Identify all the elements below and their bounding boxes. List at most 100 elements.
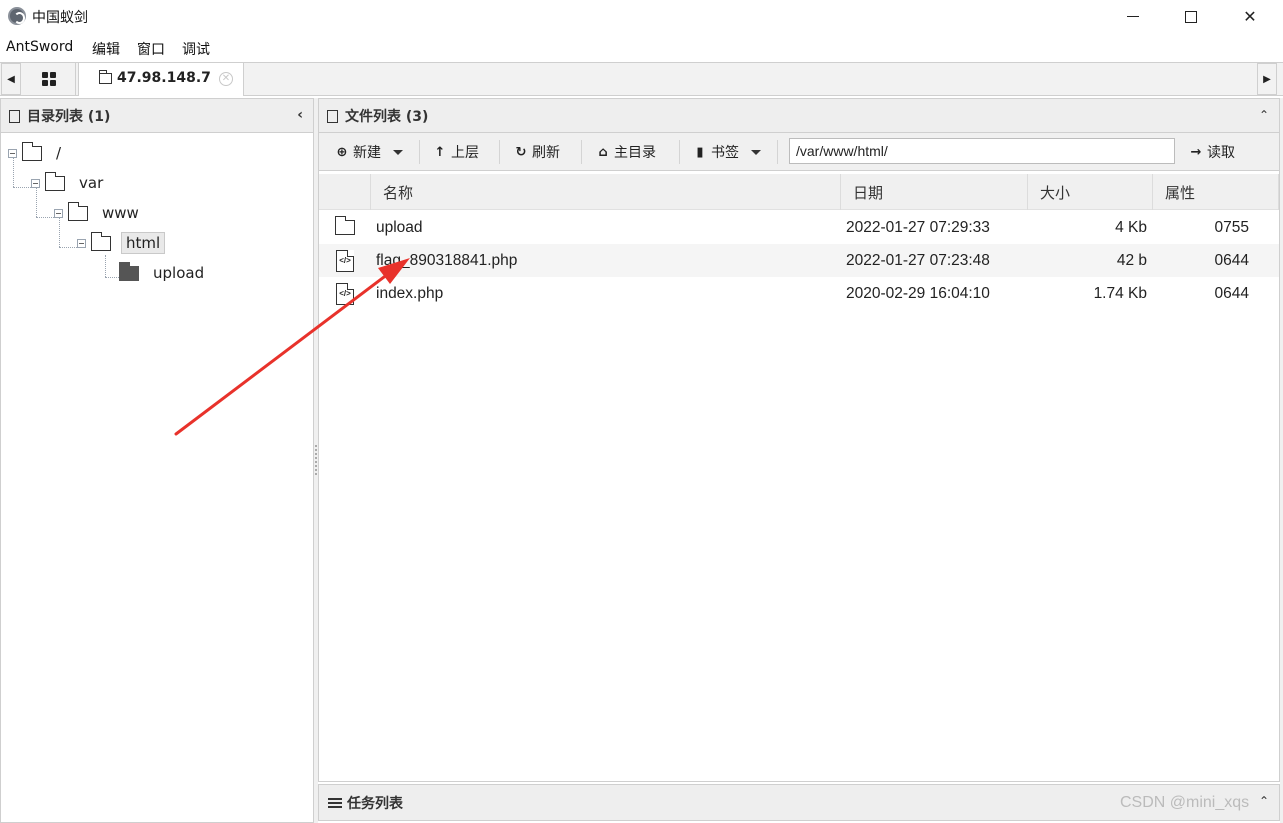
tab-scroll-right-button[interactable]: ▶ [1257, 63, 1277, 95]
menu-bar: AntSword 编辑 窗口 调试 [0, 35, 1283, 60]
bookmark-button[interactable]: ▮ 书签 [693, 139, 761, 165]
file-name: index.php [376, 285, 444, 302]
menu-debug[interactable]: 调试 [182, 39, 210, 59]
plus-circle-icon: ⊕ [336, 144, 348, 160]
code-file-icon: </> [336, 283, 354, 305]
date-column-header[interactable]: 日期 [841, 174, 1028, 210]
refresh-icon: ↻ [515, 144, 527, 160]
tree-node-var[interactable]: var [31, 171, 107, 195]
bookmark-icon: ▮ [696, 144, 704, 160]
icon-column-header [319, 174, 371, 210]
tab-bar: ◀ 47.98.148.7 ✕ ▶ [0, 62, 1283, 96]
read-label: 读取 [1207, 145, 1235, 161]
collapse-left-icon[interactable]: ‹ [297, 107, 303, 123]
directory-panel-title: 目录列表 (1) [27, 109, 111, 125]
path-input[interactable] [789, 138, 1175, 164]
directory-panel-header: 目录列表 (1) ‹ [1, 99, 313, 133]
folder-icon [99, 70, 112, 84]
arrow-right-icon: ▶ [1263, 73, 1271, 85]
file-attr: 0755 [1214, 219, 1249, 236]
folder-open-icon [45, 171, 65, 191]
size-column-header[interactable]: 大小 [1028, 174, 1153, 210]
tab-host[interactable]: 47.98.148.7 ✕ [78, 63, 244, 96]
file-date: 2020-02-29 16:04:10 [846, 285, 990, 302]
up-level-label: 上层 [451, 145, 479, 161]
file-grid-header: 名称 日期 大小 属性 [319, 174, 1279, 210]
window-titlebar: 中国蚁剑 ✕ [0, 0, 1283, 33]
splitter-grip[interactable] [315, 445, 317, 475]
directory-panel: 目录列表 (1) ‹ / var www html upload [0, 98, 314, 823]
grid-icon [41, 72, 56, 86]
refresh-label: 刷新 [532, 145, 560, 161]
refresh-button[interactable]: ↻ 刷新 [514, 139, 560, 165]
tree-node-label: upload [153, 264, 205, 282]
file-size: 1.74 Kb [1093, 285, 1147, 302]
chevron-down-icon [393, 149, 403, 155]
tree-node-upload[interactable]: upload [119, 261, 208, 285]
arrow-right-icon: → [1190, 144, 1202, 160]
file-row[interactable]: </> index.php 2020-02-29 16:04:10 1.74 K… [319, 277, 1279, 310]
file-name: flag_890318841.php [376, 252, 518, 269]
minimize-button[interactable] [1104, 0, 1162, 33]
attr-column-header[interactable]: 属性 [1153, 174, 1279, 210]
file-row[interactable]: upload 2022-01-27 07:29:33 4 Kb 0755 [319, 211, 1279, 244]
menu-window[interactable]: 窗口 [137, 39, 165, 59]
menu-antsword[interactable]: AntSword [6, 39, 73, 55]
expand-up-icon[interactable]: ⌃ [1259, 794, 1269, 808]
tab-scroll-left-button[interactable]: ◀ [1, 63, 21, 95]
file-row[interactable]: </> flag_890318841.php 2022-01-27 07:23:… [319, 244, 1279, 277]
antsword-logo-icon [8, 7, 26, 25]
file-size: 42 b [1116, 252, 1147, 269]
tree-node-root[interactable]: / [8, 141, 65, 165]
home-icon: ⌂ [598, 144, 608, 160]
file-attr: 0644 [1214, 252, 1249, 269]
file-list-panel-title: 文件列表 (3) [345, 109, 429, 125]
minimize-icon [1127, 16, 1139, 17]
tab-home[interactable] [22, 63, 76, 95]
tree-node-label: / [56, 144, 62, 162]
csdn-watermark: CSDN @mini_xqs [1120, 794, 1250, 811]
collapse-up-icon[interactable]: ⌃ [1259, 108, 1269, 122]
home-dir-button[interactable]: ⌂ 主目录 [596, 139, 656, 165]
file-toolbar: ⊕ 新建 ↑ 上层 ↻ 刷新 ⌂ 主目录 ▮ 书签 → 读取 [319, 133, 1279, 171]
tab-close-icon[interactable]: ✕ [219, 72, 233, 86]
collapse-toggle-icon[interactable] [31, 178, 40, 188]
new-button[interactable]: ⊕ 新建 [335, 139, 403, 165]
window-title: 中国蚁剑 [32, 10, 88, 26]
document-icon [9, 110, 20, 123]
file-date: 2022-01-27 07:29:33 [846, 219, 990, 236]
name-column-header[interactable]: 名称 [371, 174, 841, 210]
directory-tree: / var www html upload [1, 135, 313, 735]
file-date: 2022-01-27 07:23:48 [846, 252, 990, 269]
arrow-up-icon: ↑ [434, 144, 446, 160]
folder-closed-icon [119, 261, 139, 281]
file-attr: 0644 [1214, 285, 1249, 302]
tree-node-www[interactable]: www [54, 201, 143, 225]
collapse-toggle-icon[interactable] [8, 148, 17, 158]
tree-node-label: var [79, 174, 104, 192]
file-name: upload [376, 219, 423, 236]
file-size: 4 Kb [1115, 219, 1147, 236]
tree-node-label: www [102, 204, 139, 222]
collapse-toggle-icon[interactable] [77, 238, 86, 248]
close-window-button[interactable]: ✕ [1221, 0, 1279, 33]
bookmark-label: 书签 [711, 145, 739, 161]
file-list-panel: 文件列表 (3) ⌃ ⊕ 新建 ↑ 上层 ↻ 刷新 ⌂ 主目录 ▮ 书签 /va… [318, 98, 1280, 782]
chevron-down-icon [751, 149, 761, 155]
menu-edit[interactable]: 编辑 [92, 39, 120, 59]
file-list-panel-header: 文件列表 (3) ⌃ [319, 99, 1279, 133]
folder-icon [335, 216, 355, 235]
tree-node-label-selected: html [121, 232, 166, 254]
collapse-toggle-icon[interactable] [54, 208, 63, 218]
folder-open-icon [91, 231, 111, 251]
read-button[interactable]: → 读取 [1189, 139, 1235, 165]
folder-open-icon [22, 141, 42, 161]
maximize-button[interactable] [1162, 0, 1220, 33]
arrow-left-icon: ◀ [7, 73, 15, 85]
maximize-icon [1185, 10, 1197, 23]
code-file-icon: </> [336, 250, 354, 272]
task-list-title: 任务列表 [347, 796, 403, 812]
list-icon [328, 798, 342, 808]
tree-node-html[interactable]: html [77, 231, 166, 255]
up-level-button[interactable]: ↑ 上层 [433, 139, 479, 165]
